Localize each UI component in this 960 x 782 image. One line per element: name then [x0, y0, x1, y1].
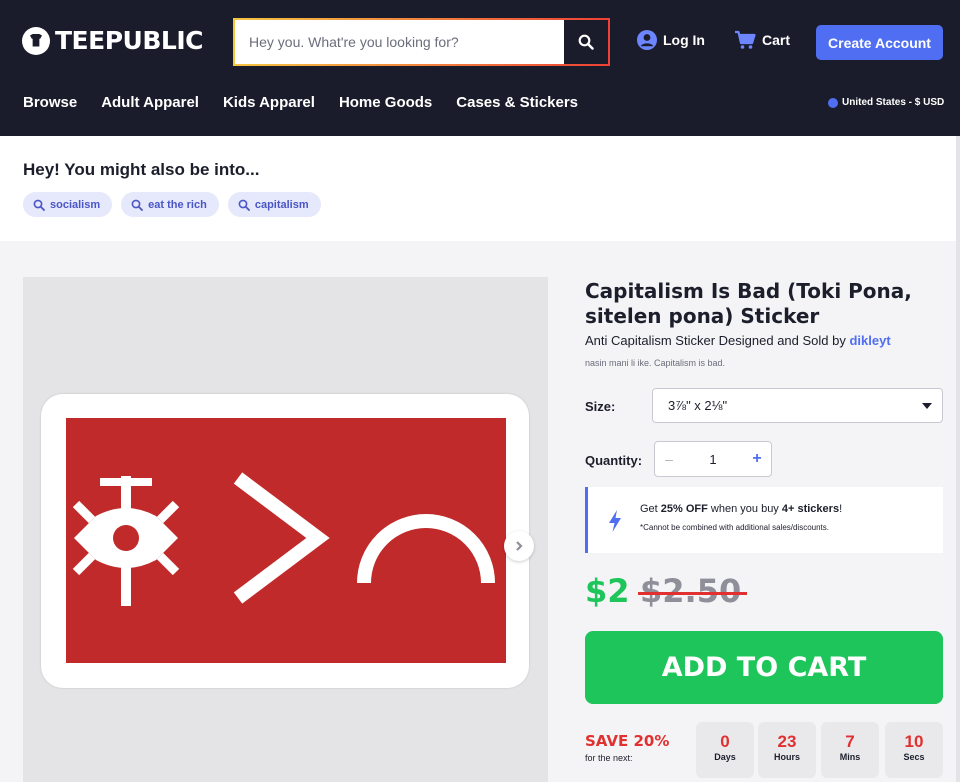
search-icon	[131, 199, 144, 211]
cart-icon	[735, 30, 756, 49]
promo-line-2: *Cannot be combined with additional sale…	[640, 523, 830, 532]
next-image-button[interactable]	[504, 531, 534, 561]
quantity-increase-button[interactable]: +	[743, 450, 771, 468]
countdown-hours: 23 Hours	[758, 722, 816, 778]
original-price: $2.50	[637, 572, 748, 610]
search-icon	[33, 199, 45, 211]
countdown-value: 0	[720, 732, 730, 751]
tshirt-logo-icon	[22, 26, 50, 55]
quantity-stepper: – 1 +	[654, 441, 772, 477]
quantity-label: Quantity:	[585, 453, 643, 468]
promo-discount: 25% OFF	[660, 503, 708, 515]
promo-text: when you buy	[707, 503, 782, 515]
nav-kids-apparel[interactable]: Kids Apparel	[223, 94, 315, 111]
designer-link[interactable]: dikleyt	[849, 333, 890, 348]
nav-home-goods[interactable]: Home Goods	[339, 94, 432, 111]
search-button[interactable]	[564, 20, 608, 64]
countdown-unit: Hours	[773, 752, 800, 762]
countdown-unit: Secs	[903, 752, 925, 762]
search-bar	[233, 18, 610, 66]
locale-selector[interactable]: United States - $ USD	[828, 97, 944, 108]
promo-quantity: 4+ stickers	[781, 503, 840, 515]
nav-browse[interactable]: Browse	[23, 94, 77, 111]
site-header: TEEPUBLIC Log In Cart Create Account Bro…	[0, 0, 960, 136]
logo-text: TEEPUBLIC	[55, 26, 203, 55]
chip-eat-the-rich[interactable]: eat the rich	[121, 192, 219, 217]
product-description: nasin mani li ike. Capitalism is bad.	[585, 358, 726, 368]
countdown-mins: 7 Mins	[821, 722, 879, 778]
promo-text: Get	[640, 503, 661, 515]
quantity-value[interactable]: 1	[683, 452, 743, 467]
countdown-value: 10	[904, 732, 924, 751]
promo-banner: Get 25% OFF when you buy 4+ stickers! *C…	[585, 487, 943, 553]
chip-label: socialism	[50, 198, 101, 211]
promo-line-1: Get 25% OFF when you buy 4+ stickers!	[640, 503, 842, 515]
nav-cases-stickers[interactable]: Cases & Stickers	[456, 94, 578, 111]
scrollbar[interactable]	[956, 136, 960, 782]
sale-price: $2	[585, 572, 630, 610]
login-link[interactable]: Log In	[637, 30, 705, 50]
create-account-button[interactable]: Create Account	[816, 25, 943, 60]
size-value: 3⅞" x 2⅛"	[668, 398, 728, 413]
countdown-value: 7	[845, 732, 855, 751]
countdown-unit: Days	[714, 752, 736, 762]
suggestions-title: Hey! You might also be into...	[23, 160, 260, 179]
chevron-right-icon	[516, 541, 523, 551]
cart-label: Cart	[762, 32, 791, 48]
search-input[interactable]	[235, 20, 564, 64]
chip-label: eat the rich	[148, 198, 207, 211]
sale-label: SAVE 20%	[585, 732, 670, 750]
product-title: Capitalism Is Bad (Toki Pona, sitelen po…	[585, 279, 912, 328]
chip-label: capitalism	[254, 198, 309, 211]
subtitle-text: Anti Capitalism Sticker Designed and Sol…	[585, 333, 850, 348]
cart-link[interactable]: Cart	[734, 30, 790, 50]
search-icon	[578, 34, 594, 50]
countdown-days: 0 Days	[696, 722, 754, 778]
add-to-cart-button[interactable]: ADD TO CART	[585, 631, 943, 704]
sticker-artwork	[66, 418, 506, 663]
globe-icon	[828, 97, 838, 108]
chip-capitalism[interactable]: capitalism	[227, 192, 321, 217]
chip-socialism[interactable]: socialism	[23, 192, 113, 217]
login-label: Log In	[663, 32, 705, 48]
countdown-unit: Mins	[839, 752, 861, 762]
sitelen-pona-glyphs	[72, 472, 495, 606]
user-icon	[637, 30, 657, 50]
caret-down-icon	[922, 403, 932, 409]
main-nav: Browse Adult Apparel Kids Apparel Home G…	[23, 94, 602, 111]
quantity-decrease-button[interactable]: –	[655, 451, 683, 467]
sale-sublabel: for the next:	[585, 753, 633, 763]
lightning-icon	[609, 510, 621, 532]
suggestion-chips: socialism eat the rich capitalism	[23, 192, 330, 217]
search-icon	[238, 199, 250, 211]
size-dropdown[interactable]: 3⅞" x 2⅛"	[652, 388, 943, 423]
promo-text: !	[839, 503, 843, 515]
teepublic-logo[interactable]: TEEPUBLIC	[22, 26, 203, 55]
countdown-secs: 10 Secs	[885, 722, 943, 778]
size-label: Size:	[585, 399, 616, 414]
product-subtitle: Anti Capitalism Sticker Designed and Sol…	[585, 333, 891, 348]
locale-label: United States - $ USD	[842, 97, 945, 108]
countdown-value: 23	[777, 732, 797, 751]
nav-adult-apparel[interactable]: Adult Apparel	[101, 94, 199, 111]
